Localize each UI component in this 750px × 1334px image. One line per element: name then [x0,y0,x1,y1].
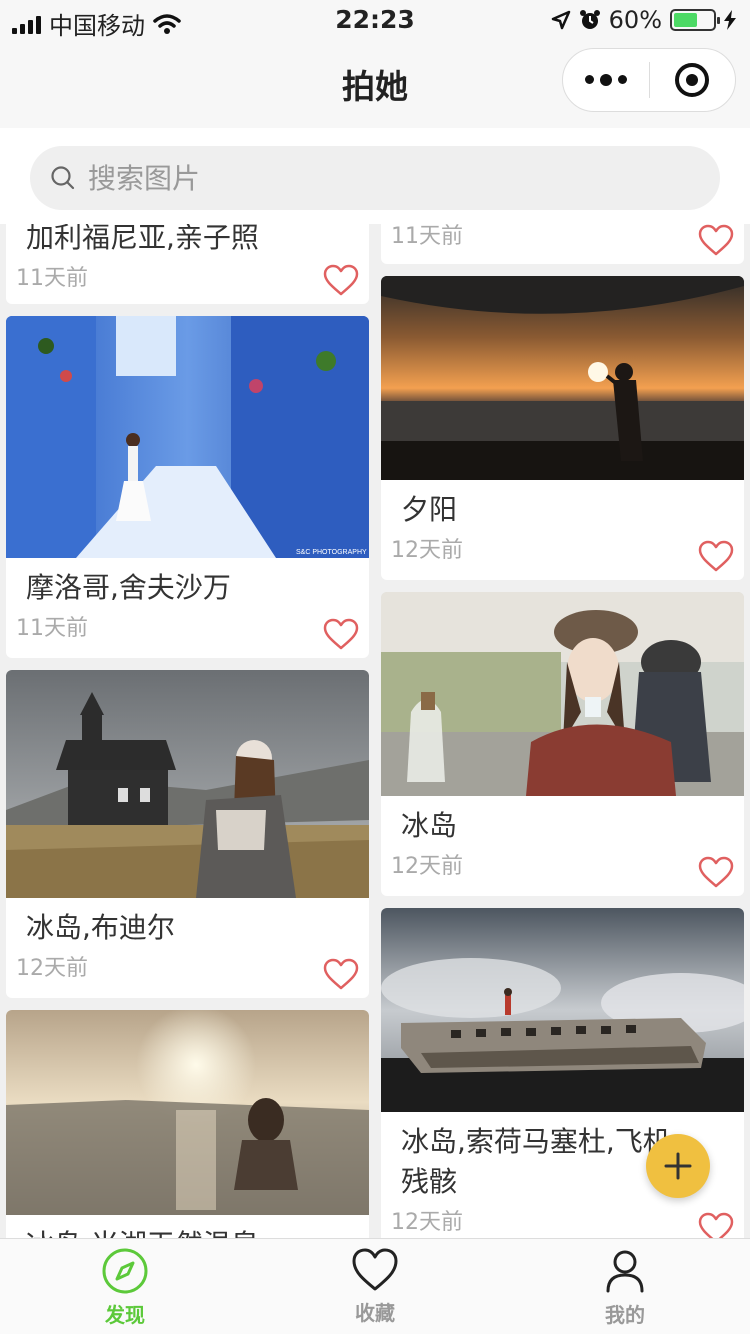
feed-column-left: 加利福尼亚,亲子照 11天前 S&C PHOTOGRAPHY 摩洛哥,舍夫沙万 … [6,224,369,1238]
photo-watermark: S&C PHOTOGRAPHY [296,549,367,556]
navigation-bar: 拍她 [0,40,750,128]
add-photo-button[interactable] [646,1134,710,1198]
photo-time: 12天前 [16,956,88,981]
plus-icon [664,1152,692,1180]
tab-discover[interactable]: 发现 [0,1239,250,1334]
tab-label: 发现 [105,1303,145,1327]
photo-caption: 夕阳 [401,493,458,526]
user-icon [606,1250,644,1293]
feed-column-right: 11天前 夕阳 12天前 冰岛 12天前 冰岛,索荷马塞杜,飞机残骸 12天前 [381,224,744,1238]
tab-favorites[interactable]: 收藏 [250,1239,500,1334]
photo-time: 12天前 [391,538,463,563]
photo-image[interactable]: S&C PHOTOGRAPHY [6,316,369,558]
photo-caption: 冰岛,米湖天然温泉 [6,1215,369,1238]
heart-icon [352,1248,398,1291]
photo-caption: 冰岛,布迪尔 [26,911,175,944]
photo-image[interactable] [381,908,744,1112]
bottom-tab-bar: 发现 收藏 我的 [0,1238,750,1334]
photo-caption: 摩洛哥,舍夫沙万 [26,571,231,604]
close-mini-program-button[interactable] [650,63,736,97]
search-input[interactable] [88,161,648,195]
photo-card[interactable]: 冰岛 12天前 [381,592,744,896]
location-arrow-icon [551,10,570,30]
favorite-heart-icon[interactable] [698,540,734,572]
photo-image[interactable] [6,670,369,898]
photo-time: 11天前 [391,224,463,249]
search-section [0,128,750,224]
tab-label: 我的 [605,1303,645,1327]
photo-card[interactable]: 夕阳 12天前 [381,276,744,580]
mini-program-capsule [562,48,736,112]
tab-label: 收藏 [355,1301,395,1325]
target-icon [675,63,710,97]
photo-image[interactable] [381,276,744,480]
more-menu-icon[interactable] [563,73,649,86]
search-icon [51,166,75,190]
favorite-heart-icon[interactable] [698,856,734,888]
photo-time: 11天前 [16,266,88,291]
photo-caption: 加利福尼亚,亲子照 [26,224,259,254]
photo-time: 11天前 [16,616,88,641]
search-bar[interactable] [30,146,720,210]
photo-card[interactable]: 加利福尼亚,亲子照 11天前 [6,224,369,304]
photo-feed[interactable]: 加利福尼亚,亲子照 11天前 S&C PHOTOGRAPHY 摩洛哥,舍夫沙万 … [0,224,750,1238]
photo-card[interactable]: 冰岛,米湖天然温泉 [6,1010,369,1238]
photo-card[interactable]: 冰岛,布迪尔 12天前 [6,670,369,998]
battery-percent: 60% [608,6,662,34]
photo-card[interactable]: S&C PHOTOGRAPHY 摩洛哥,舍夫沙万 11天前 [6,316,369,658]
tab-profile[interactable]: 我的 [500,1239,750,1334]
photo-image[interactable] [6,1010,369,1215]
compass-icon [102,1248,148,1294]
favorite-heart-icon[interactable] [698,224,734,256]
battery-icon [670,9,720,31]
photo-card[interactable]: 11天前 [381,224,744,264]
favorite-heart-icon[interactable] [698,1212,734,1238]
favorite-heart-icon[interactable] [323,958,359,990]
favorite-heart-icon[interactable] [323,264,359,296]
photo-image[interactable] [381,592,744,796]
status-bar: 中国移动 22:23 60% [0,0,750,40]
photo-caption: 冰岛 [401,809,458,842]
alarm-icon [579,10,600,29]
photo-time: 12天前 [391,854,463,879]
favorite-heart-icon[interactable] [323,618,359,650]
charging-bolt-icon [724,10,736,30]
photo-time: 12天前 [391,1210,463,1235]
